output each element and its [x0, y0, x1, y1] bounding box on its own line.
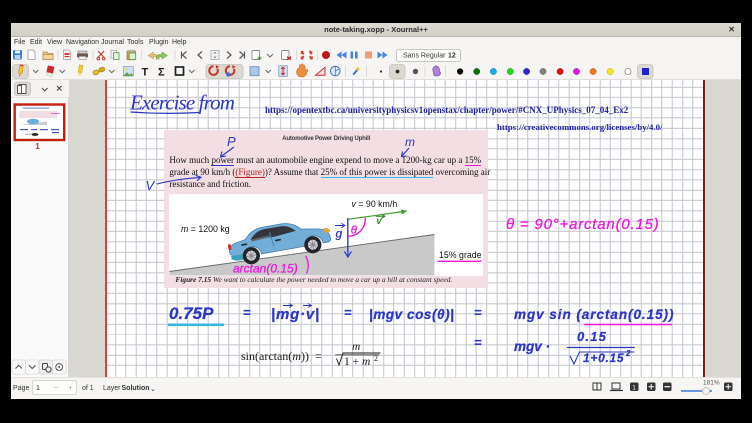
svg-text:0.75P: 0.75P — [169, 304, 214, 323]
svg-text:m: m — [352, 341, 360, 353]
svg-text:arctan(0.15): arctan(0.15) — [233, 262, 298, 276]
svg-text:=: = — [344, 305, 352, 320]
svg-text:0.15: 0.15 — [577, 329, 607, 344]
svg-text:m: m — [405, 135, 415, 149]
svg-text:Σ: Σ — [158, 67, 165, 79]
svg-text:=: = — [243, 305, 251, 320]
svg-text:2: 2 — [374, 354, 378, 363]
svg-text:1 + m: 1 + m — [344, 356, 370, 368]
svg-text:|mg·v|: |mg·v| — [271, 306, 320, 323]
svg-text:g: g — [336, 227, 343, 241]
svg-text:V: V — [146, 178, 156, 193]
svg-text:=: = — [474, 305, 482, 320]
svg-text:Sans Regular: Sans Regular — [403, 53, 446, 60]
svg-text:1: 1 — [632, 385, 636, 392]
svg-text:T: T — [142, 67, 149, 79]
svg-text:1: 1 — [35, 142, 40, 151]
svg-text:181%: 181% — [703, 380, 720, 387]
svg-text:v: v — [377, 216, 383, 227]
svg-text:mgv sin (arctan(0.15)): mgv sin (arctan(0.15)) — [514, 307, 674, 322]
svg-text:|mgv cos(θ)|: |mgv cos(θ)| — [369, 307, 454, 322]
svg-text:12: 12 — [448, 53, 456, 60]
svg-text:P: P — [227, 134, 236, 149]
svg-text:1+0.15: 1+0.15 — [583, 351, 624, 365]
svg-text:sin(arctan(m)) =: sin(arctan(m)) = — [241, 349, 322, 363]
svg-text:Exercise from: Exercise from — [129, 91, 235, 115]
svg-text:=: = — [474, 335, 482, 350]
svg-text:2: 2 — [625, 349, 631, 358]
svg-text:mgv ·: mgv · — [514, 339, 550, 354]
svg-text:θ = 90°+arctan(0.15): θ = 90°+arctan(0.15) — [506, 216, 660, 233]
